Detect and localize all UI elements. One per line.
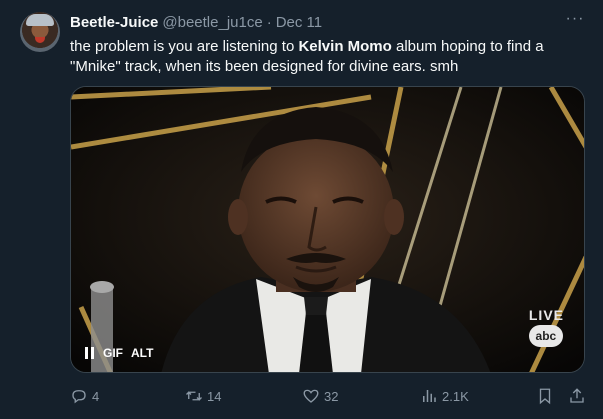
live-label: LIVE <box>528 307 564 323</box>
like-count: 32 <box>324 388 339 404</box>
more-options-icon[interactable]: ··· <box>565 11 585 32</box>
alt-badge[interactable]: ALT <box>131 346 153 360</box>
tweet-text-bold: Kelvin Momo <box>298 38 392 55</box>
retweet-icon <box>186 391 202 401</box>
avatar-mouth <box>35 37 45 43</box>
like-icon <box>303 389 319 403</box>
tweet-date[interactable]: Dec 11 <box>276 14 322 31</box>
abc-logo: abc <box>528 325 563 347</box>
retweet-button[interactable]: 14 <box>185 384 221 408</box>
tweet-text: the problem is you are listening to Kelv… <box>70 37 580 77</box>
avatar[interactable] <box>20 12 60 52</box>
author-handle[interactable]: @beetle_ju1ce <box>162 14 262 31</box>
like-button[interactable]: 32 <box>302 384 338 408</box>
gif-frame <box>71 87 584 372</box>
share-icon <box>570 388 584 403</box>
author-name[interactable]: Beetle-Juice <box>70 14 158 31</box>
live-badge: LIVE abc <box>528 307 564 347</box>
pause-icon[interactable] <box>85 347 95 359</box>
share-button[interactable] <box>568 384 586 408</box>
views-count: 2.1K <box>442 388 469 404</box>
reply-count: 4 <box>92 388 100 404</box>
gif-badge: GIF <box>103 346 123 360</box>
gif-media[interactable]: GIF ALT LIVE abc <box>70 86 585 373</box>
gif-controls: GIF ALT <box>85 343 153 363</box>
bookmark-button[interactable] <box>536 384 554 408</box>
reply-button[interactable]: 4 <box>70 384 99 408</box>
tweet-card[interactable]: Beetle-Juice @beetle_ju1ce · Dec 11 ··· … <box>0 0 603 419</box>
tweet-text-part1: the problem is you are listening to <box>70 38 299 55</box>
tweet-header: Beetle-Juice @beetle_ju1ce · Dec 11 <box>70 12 322 32</box>
action-bar: 4 14 32 2.1K <box>70 384 590 408</box>
bookmark-icon <box>539 388 551 405</box>
views-icon <box>423 390 436 402</box>
avatar-cap <box>26 14 54 26</box>
separator-dot: · <box>266 13 272 31</box>
reply-icon <box>72 390 86 404</box>
views-button[interactable]: 2.1K <box>420 384 469 408</box>
retweet-count: 14 <box>207 388 222 404</box>
